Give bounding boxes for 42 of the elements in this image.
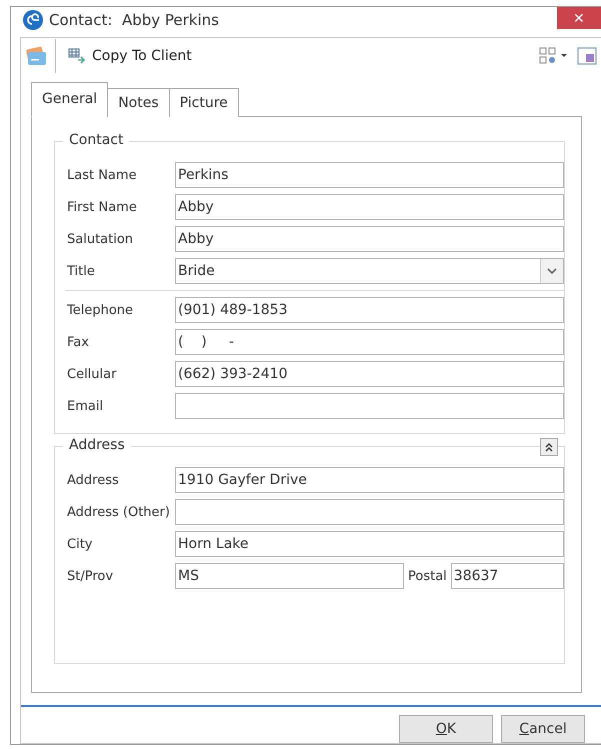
- field-label: Postal: [407, 568, 448, 584]
- close-button[interactable]: ✕: [557, 7, 601, 29]
- field-label: Fax: [67, 334, 90, 350]
- field-label: Address: [67, 472, 120, 488]
- field-label: Telephone: [67, 302, 134, 318]
- text-field[interactable]: 1910 Gayfer Drive: [175, 467, 564, 493]
- field-label: Salutation: [67, 232, 134, 246]
- save-layout-icon[interactable]: [577, 47, 597, 65]
- field-label: City: [67, 536, 94, 552]
- tab[interactable]: Notes: [107, 88, 170, 117]
- field-label: Address (Other): [67, 504, 171, 520]
- table-arrow-icon: [68, 48, 86, 64]
- field-label: Title: [67, 264, 96, 278]
- field-label: First Name: [67, 200, 138, 214]
- dropdown-field[interactable]: Bride: [175, 258, 564, 284]
- field-label: Cellular: [67, 366, 118, 382]
- text-field[interactable]: (662) 393-2410: [175, 361, 564, 387]
- text-field[interactable]: [175, 499, 564, 525]
- copy-to-client-button[interactable]: Copy To Client: [64, 48, 196, 64]
- text-field[interactable]: ( ) -: [175, 329, 564, 355]
- text-field[interactable]: Abby: [175, 226, 564, 252]
- window-title: Contact: Abby Perkins: [49, 11, 220, 29]
- text-field[interactable]: MS: [175, 563, 404, 589]
- tab[interactable]: General: [31, 82, 108, 117]
- field-label: Last Name: [67, 168, 138, 182]
- field-label: Email: [67, 398, 104, 414]
- ok-button[interactable]: OK: [399, 715, 493, 743]
- text-field[interactable]: Perkins: [175, 162, 564, 188]
- app-logo-icon: [23, 10, 43, 30]
- text-field[interactable]: 38637: [450, 563, 564, 589]
- text-field[interactable]: Horn Lake: [175, 531, 564, 557]
- collapse-button[interactable]: [540, 438, 558, 456]
- cancel-button[interactable]: Cancel: [501, 715, 585, 743]
- field-label: St/Prov: [67, 568, 114, 584]
- layout-settings-icon[interactable]: [539, 47, 569, 65]
- tab[interactable]: Picture: [168, 88, 239, 117]
- text-field[interactable]: (901) 489-1853: [175, 297, 564, 323]
- text-field[interactable]: Abby: [175, 194, 564, 220]
- chevron-down-icon: [547, 268, 557, 274]
- text-field[interactable]: [175, 393, 564, 419]
- card-icon[interactable]: [25, 46, 47, 66]
- double-chevron-up-icon: [544, 442, 554, 452]
